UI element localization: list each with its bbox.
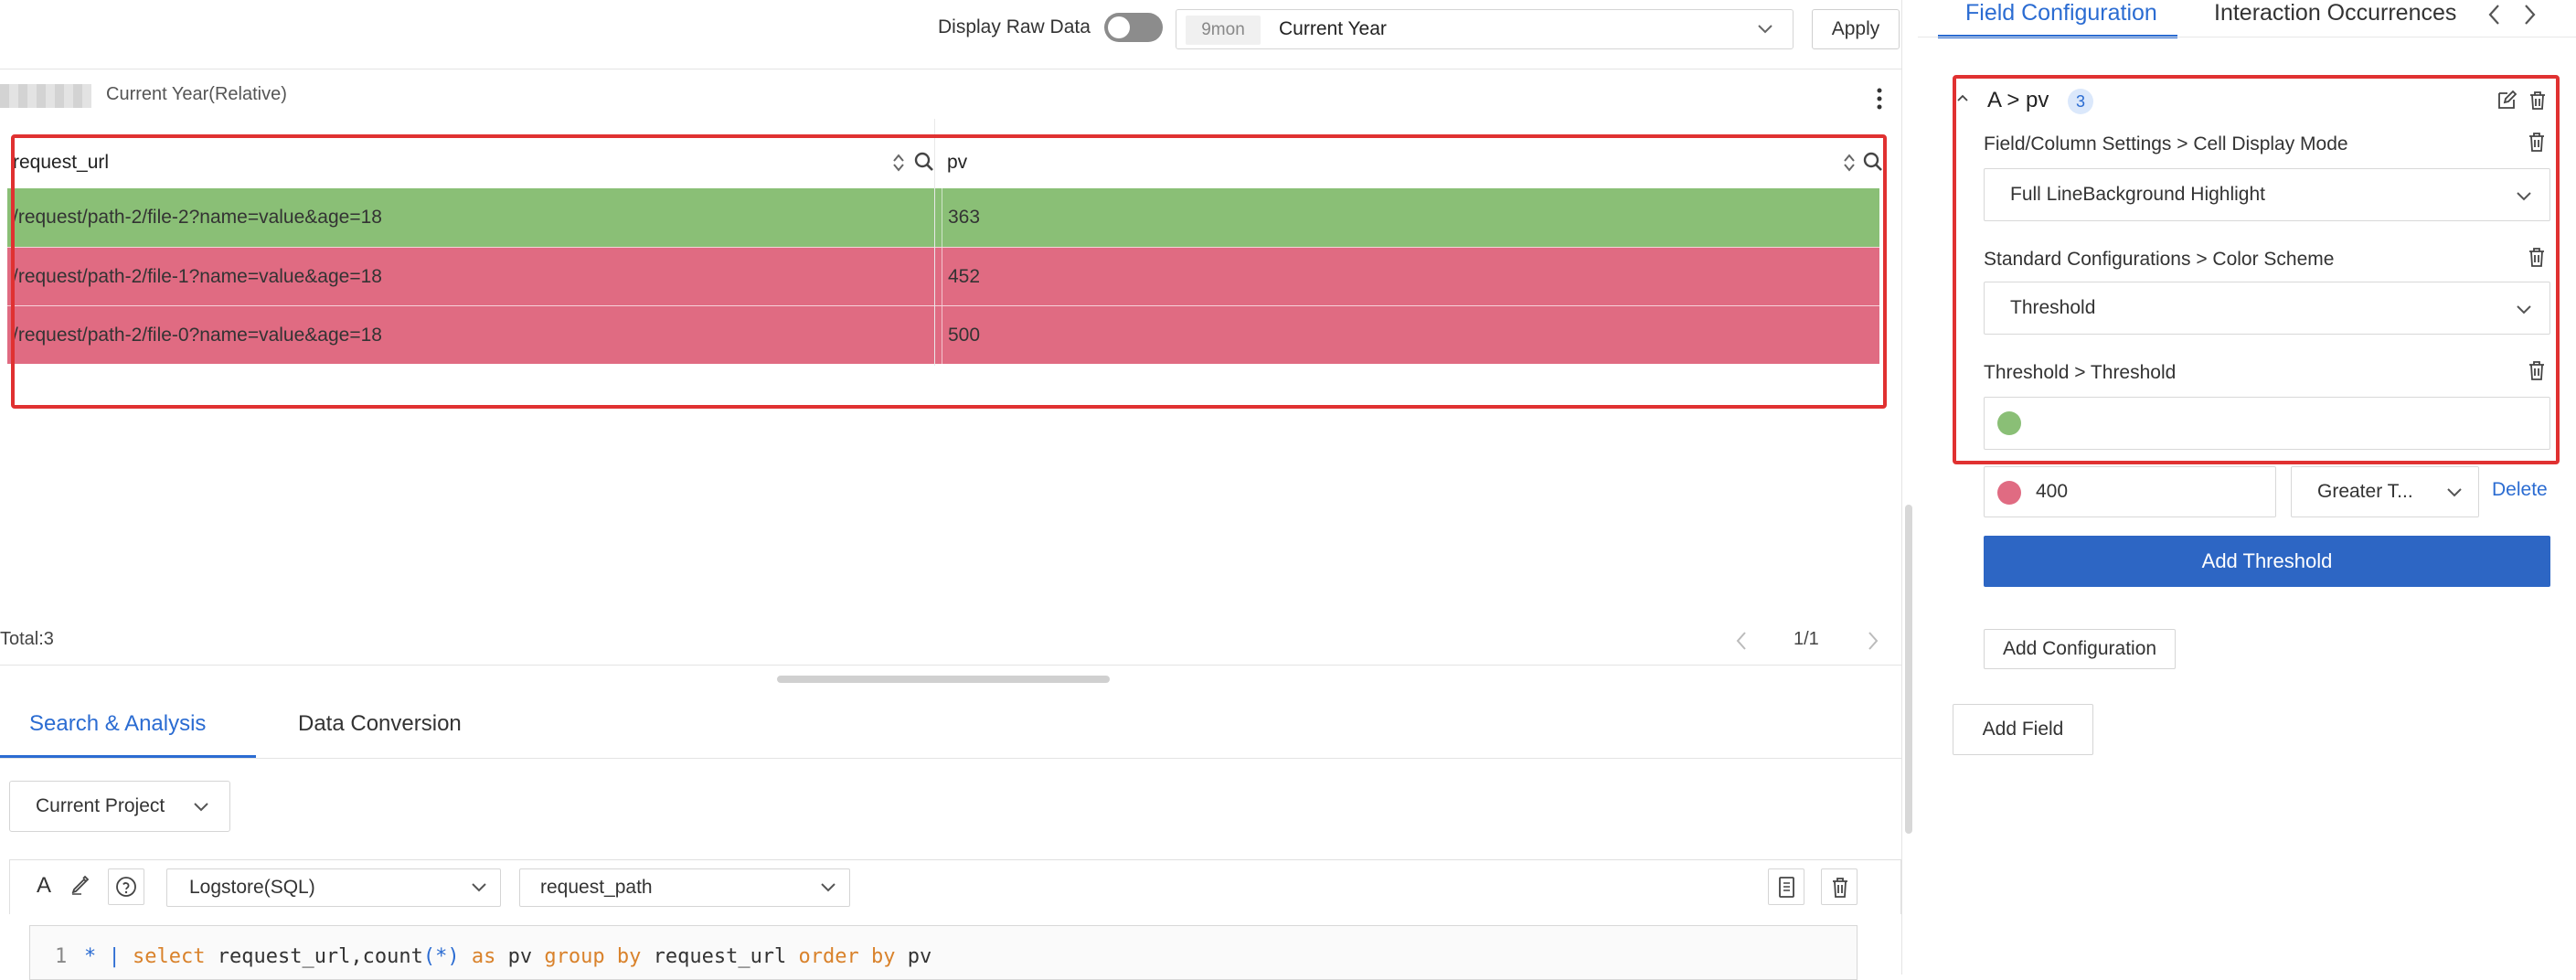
document-icon	[1779, 877, 1794, 898]
logstore-select[interactable]: request_path	[519, 868, 850, 907]
config-count-badge: 3	[2068, 89, 2093, 114]
chevron-left-icon[interactable]	[2485, 0, 2505, 29]
threshold-base-row[interactable]	[1984, 397, 2550, 450]
chevron-down-icon	[194, 803, 208, 812]
trash-icon[interactable]	[2527, 132, 2547, 154]
chevron-down-icon	[2517, 305, 2531, 314]
color-scheme-value: Threshold	[2010, 297, 2096, 318]
resize-handle[interactable]	[777, 676, 1110, 683]
more-vertical-icon[interactable]	[1870, 86, 1889, 112]
delete-threshold-link[interactable]: Delete	[2492, 479, 2548, 501]
line-number: 1	[55, 945, 68, 968]
logstore-mode-value: Logstore(SQL)	[189, 877, 315, 898]
chevron-down-icon	[821, 883, 836, 892]
raw-data-label: Display Raw Data	[938, 16, 1091, 37]
threshold-compare-select[interactable]: Greater T...	[2291, 466, 2479, 517]
add-threshold-button[interactable]: Add Threshold	[1984, 536, 2550, 587]
time-range-tag: 9mon	[1186, 16, 1261, 45]
cell-mode-label: Field/Column Settings > Cell Display Mod…	[1984, 133, 2348, 154]
tab-data-conversion[interactable]: Data Conversion	[298, 711, 462, 737]
chevron-left-icon[interactable]	[1733, 629, 1751, 653]
divider	[0, 665, 1901, 666]
time-range-value: Current Year	[1279, 18, 1387, 39]
highlight-box-table	[11, 134, 1887, 409]
toggle-knob	[1108, 16, 1130, 38]
tab-search-analysis[interactable]: Search & Analysis	[29, 711, 206, 737]
cell-mode-value: Full LineBackground Highlight	[2010, 184, 2265, 205]
trash-icon[interactable]	[2527, 247, 2547, 269]
add-field-button[interactable]: Add Field	[1953, 704, 2093, 755]
time-range-select[interactable]: 9mon Current Year	[1176, 9, 1794, 49]
total-count: Total:3	[0, 629, 54, 649]
divider	[0, 758, 1901, 759]
trash-icon[interactable]	[2527, 360, 2547, 382]
logstore-value: request_path	[540, 877, 653, 898]
tab-field-configuration[interactable]: Field Configuration	[1965, 0, 2157, 27]
page-indicator: 1/1	[1794, 629, 1819, 649]
chart-subtitle: Current Year(Relative)	[106, 84, 287, 104]
chevron-down-icon	[1758, 25, 1772, 34]
edit-icon[interactable]	[2496, 90, 2517, 112]
chevron-up-icon[interactable]	[1954, 90, 1971, 106]
chevron-right-icon[interactable]	[2519, 0, 2539, 29]
apply-button[interactable]: Apply	[1812, 9, 1900, 49]
scrollbar[interactable]	[1905, 505, 1912, 834]
format-brush-icon[interactable]	[69, 874, 91, 896]
chevron-down-icon	[2447, 488, 2462, 497]
font-size-icon[interactable]: A	[37, 873, 51, 899]
add-configuration-button[interactable]: Add Configuration	[1984, 629, 2176, 669]
trash-icon[interactable]	[2527, 90, 2549, 112]
raw-data-toggle[interactable]	[1104, 13, 1163, 42]
threshold-compare-value: Greater T...	[2317, 481, 2413, 502]
project-select-value: Current Project	[36, 795, 165, 816]
logstore-mode-select[interactable]: Logstore(SQL)	[166, 868, 501, 907]
chevron-right-icon[interactable]	[1863, 629, 1881, 653]
document-button[interactable]	[1768, 868, 1804, 905]
help-button[interactable]	[108, 868, 144, 905]
threshold-label: Threshold > Threshold	[1984, 362, 2177, 383]
query-code: * | select request_url,count(*) as pv gr…	[84, 945, 932, 968]
chevron-down-icon	[2517, 192, 2531, 201]
config-title: A > pv	[1987, 88, 2049, 112]
trash-icon	[1833, 878, 1847, 898]
color-scheme-select[interactable]: Threshold	[1984, 282, 2550, 335]
cell-mode-select[interactable]: Full LineBackground Highlight	[1984, 168, 2550, 221]
threshold-value: 400	[2036, 481, 2069, 502]
blurred-chart-title	[0, 84, 91, 108]
threshold-color-swatch[interactable]	[1997, 481, 2021, 505]
color-scheme-label: Standard Configurations > Color Scheme	[1984, 249, 2335, 270]
base-color-swatch[interactable]	[1997, 411, 2021, 435]
question-icon	[116, 877, 136, 897]
tab-interaction-occurrences[interactable]: Interaction Occurrences	[2214, 0, 2456, 27]
chevron-down-icon	[472, 883, 486, 892]
threshold-value-input[interactable]: 400	[1984, 466, 2276, 517]
panel-separator	[1901, 0, 1902, 975]
clear-button[interactable]	[1821, 868, 1857, 905]
